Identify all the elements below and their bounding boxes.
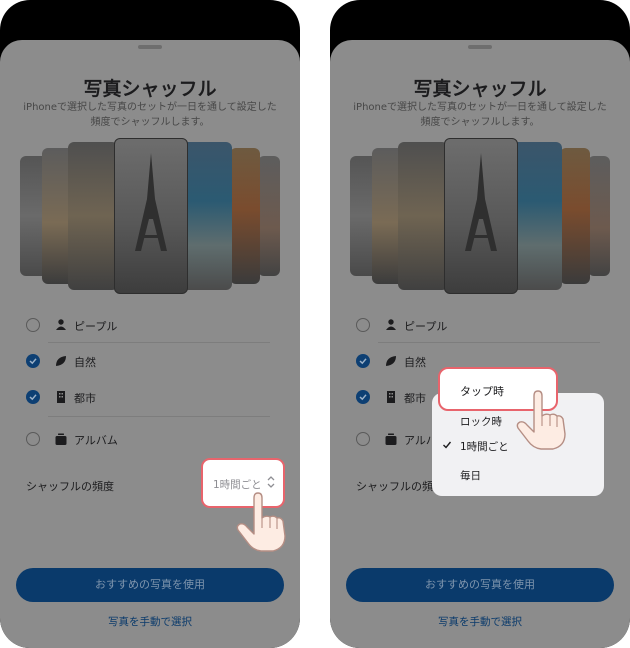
option-row-people[interactable]: ピープル (356, 314, 606, 336)
people-checkbox[interactable] (356, 318, 370, 332)
album-checkbox[interactable] (26, 432, 40, 446)
frequency-label: シャッフルの頻度 (26, 480, 114, 493)
use-recommended-photos-button[interactable]: おすすめの写真を使用 (16, 568, 284, 602)
sheet-grabber[interactable] (468, 45, 492, 49)
menu-item-daily[interactable]: 毎日 (460, 468, 481, 483)
option-label: ピープル (74, 320, 118, 333)
frequency-label: シャッフルの頻度 (356, 480, 444, 493)
option-row-people[interactable]: ピープル (26, 314, 276, 336)
preview-card (258, 156, 280, 276)
preview-card (398, 142, 448, 290)
city-checkbox[interactable] (26, 390, 40, 404)
divider (48, 416, 270, 417)
preview-card-eiffel (444, 138, 518, 294)
album-stack-icon (55, 433, 67, 445)
sheet-title: 写真シャッフル (83, 78, 217, 100)
preview-card (560, 148, 590, 284)
sheet-grabber[interactable] (138, 45, 162, 49)
photo-shuffle-sheet: 写真シャッフル iPhoneで選択した写真のセットが一日を通して設定した頻度でシ… (0, 40, 300, 648)
sheet-subtitle: iPhoneで選択した写真のセットが一日を通して設定した頻度でシャッフルします。 (23, 102, 277, 128)
option-label: アルバム (74, 434, 118, 447)
divider (48, 342, 270, 343)
album-stack-icon (385, 433, 397, 445)
nature-checkbox[interactable] (356, 354, 370, 368)
divider (378, 342, 600, 343)
select-photos-manually-link[interactable]: 写真を手動で選択 (330, 614, 630, 629)
leaf-icon (386, 356, 396, 366)
preview-card-eiffel (114, 138, 188, 294)
menu-item-on-lock[interactable]: ロック時 (460, 414, 502, 429)
building-icon (387, 391, 395, 403)
option-label: 自然 (74, 356, 96, 369)
frequency-value: 1時間ごと (213, 479, 262, 491)
leaf-icon (56, 356, 66, 366)
person-icon (386, 319, 396, 330)
city-checkbox[interactable] (356, 390, 370, 404)
menu-item-label: タップ時 (460, 385, 504, 398)
checkmark-icon (443, 441, 452, 449)
option-label: ピープル (404, 320, 448, 333)
sheet-subtitle: iPhoneで選択した写真のセットが一日を通して設定した頻度でシャッフルします。 (353, 102, 607, 128)
menu-item-hourly[interactable]: 1時間ごと (460, 439, 509, 454)
person-icon (56, 319, 66, 330)
sheet-title: 写真シャッフル (413, 78, 547, 100)
preview-card (230, 148, 260, 284)
preview-card (588, 156, 610, 276)
option-label: 自然 (404, 356, 426, 369)
phone-screen-right: 写真シャッフル iPhoneで選択した写真のセットが一日を通して設定した頻度でシ… (330, 0, 630, 648)
option-row-nature[interactable]: 自然 (26, 350, 276, 372)
people-checkbox[interactable] (26, 318, 40, 332)
option-row-album[interactable]: アルバム (26, 428, 276, 450)
preview-card (68, 142, 118, 290)
eiffel-tower-icon (465, 153, 497, 251)
building-icon (57, 391, 65, 403)
photo-shuffle-sheet: 写真シャッフル iPhoneで選択した写真のセットが一日を通して設定した頻度でシ… (330, 40, 630, 648)
option-label: 都市 (74, 392, 96, 405)
album-checkbox[interactable] (356, 432, 370, 446)
tapping-hand-icon (516, 390, 566, 450)
tapping-hand-icon (236, 492, 286, 552)
use-recommended-photos-button[interactable]: おすすめの写真を使用 (346, 568, 614, 602)
nature-checkbox[interactable] (26, 354, 40, 368)
eiffel-tower-icon (135, 153, 167, 251)
option-row-city[interactable]: 都市 (26, 386, 276, 408)
option-label: 都市 (404, 392, 426, 405)
select-photos-manually-link[interactable]: 写真を手動で選択 (0, 614, 300, 629)
up-down-chevron-icon (267, 476, 275, 488)
